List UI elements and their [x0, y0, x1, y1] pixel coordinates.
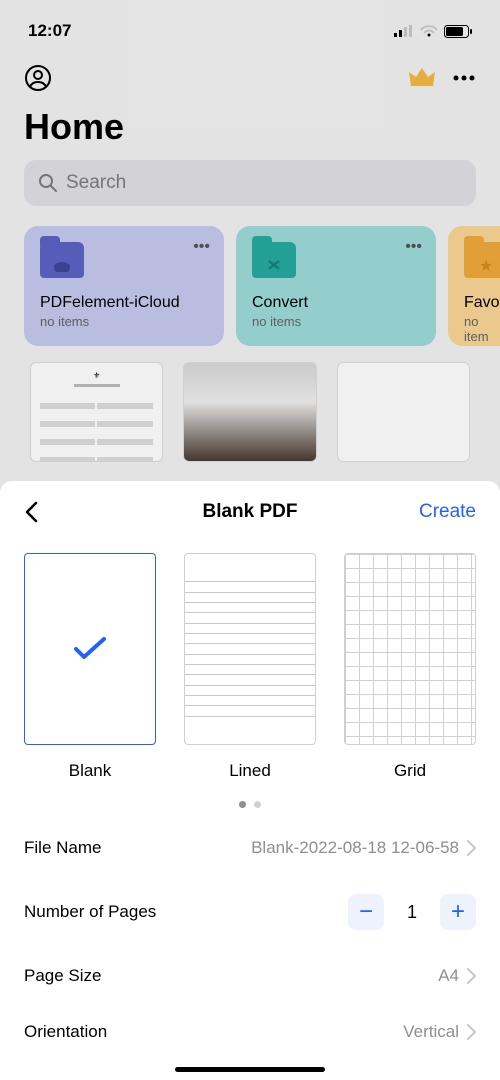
row-filename[interactable]: File Name Blank-2022-08-18 12-06-58 [0, 820, 500, 876]
chevron-right-icon [467, 1024, 476, 1040]
row-label: Number of Pages [24, 902, 156, 922]
sheet-title: Blank PDF [202, 501, 297, 523]
chevron-right-icon [467, 840, 476, 856]
pages-value: 1 [402, 902, 422, 923]
row-label: Orientation [24, 1022, 107, 1042]
templates-row: Blank Lined Grid [0, 543, 500, 781]
chevron-right-icon [467, 968, 476, 984]
row-label: Page Size [24, 966, 102, 986]
template-label: Lined [184, 761, 316, 781]
row-page-size[interactable]: Page Size A4 [0, 948, 500, 1004]
row-orientation[interactable]: Orientation Vertical [0, 1004, 500, 1060]
dot-active [239, 801, 246, 808]
pages-stepper: − 1 + [348, 894, 476, 930]
filename-value: Blank-2022-08-18 12-06-58 [251, 838, 459, 858]
size-value: A4 [438, 966, 459, 986]
decrement-button[interactable]: − [348, 894, 384, 930]
sheet-header: Blank PDF Create [0, 481, 500, 543]
increment-button[interactable]: + [440, 894, 476, 930]
dot [254, 801, 261, 808]
template-blank[interactable]: Blank [24, 553, 156, 781]
row-label: File Name [24, 838, 101, 858]
row-pages: Number of Pages − 1 + [0, 876, 500, 948]
orientation-value: Vertical [403, 1022, 459, 1042]
back-icon[interactable] [24, 501, 40, 523]
check-icon [72, 635, 108, 663]
create-button[interactable]: Create [419, 501, 476, 523]
template-label: Grid [344, 761, 476, 781]
template-lined[interactable]: Lined [184, 553, 316, 781]
home-indicator[interactable] [175, 1067, 325, 1072]
template-label: Blank [24, 761, 156, 781]
template-grid[interactable]: Grid [344, 553, 476, 781]
blank-pdf-sheet: Blank PDF Create Blank Lined Grid File N… [0, 481, 500, 1080]
page-dots [0, 781, 500, 820]
